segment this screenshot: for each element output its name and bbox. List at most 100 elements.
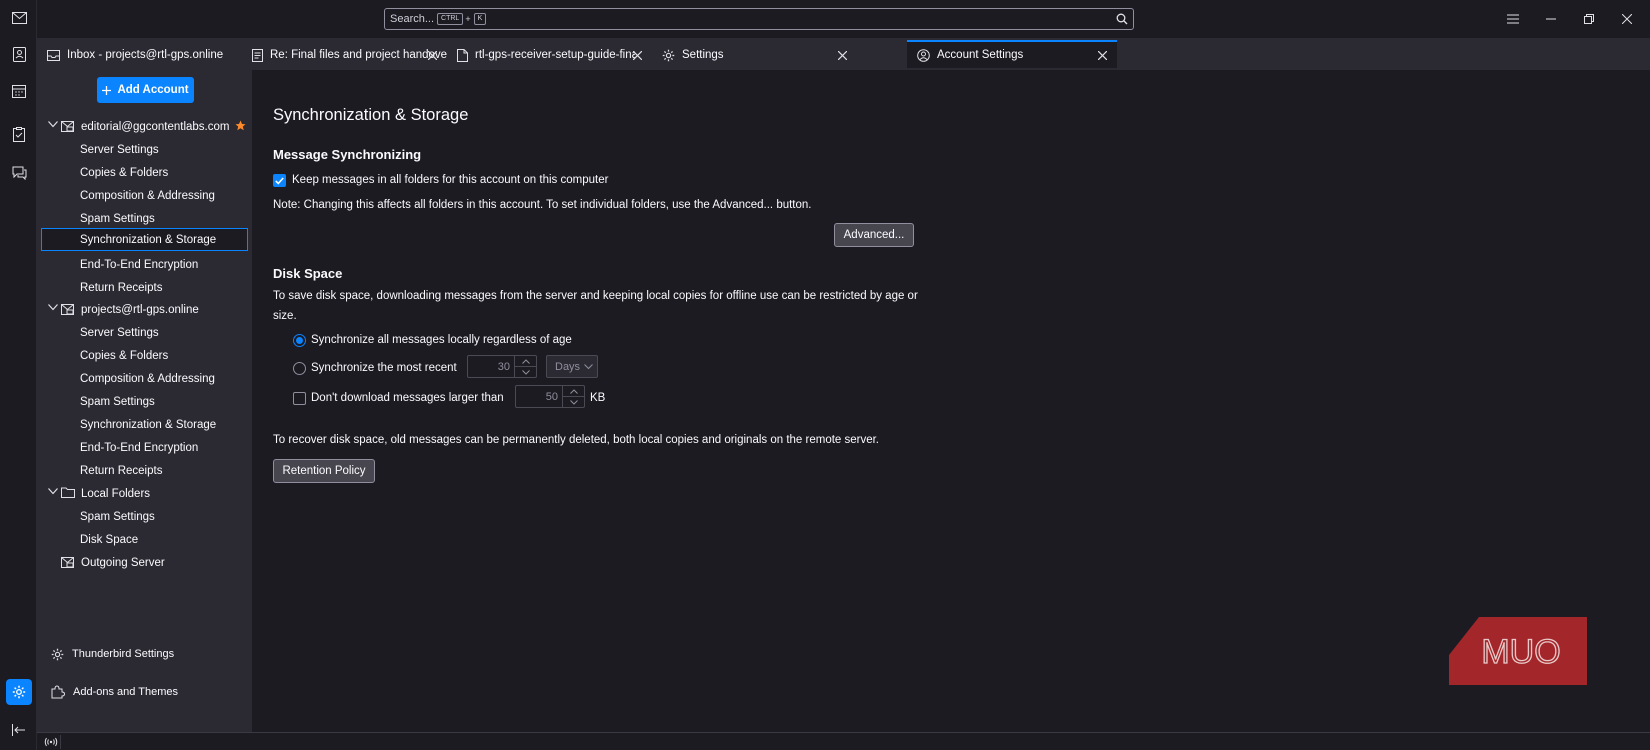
global-search-input[interactable]: Search... CTRL + K bbox=[384, 8, 1134, 30]
tab-document[interactable]: rtl-gps-receiver-setup-guide-final.p bbox=[447, 42, 652, 68]
gear-icon bbox=[51, 648, 64, 661]
online-status-icon[interactable] bbox=[41, 735, 61, 749]
disk-description-line1: To save disk space, downloading messages… bbox=[273, 290, 918, 302]
keep-messages-label[interactable]: Keep messages in all folders for this ac… bbox=[292, 174, 608, 186]
tab-settings[interactable]: Settings bbox=[652, 42, 857, 68]
sync-all-radio[interactable] bbox=[293, 334, 306, 347]
add-account-button[interactable]: Add Account bbox=[97, 77, 194, 103]
mail-icon[interactable] bbox=[6, 5, 32, 31]
tree-item-label: Copies & Folders bbox=[80, 349, 169, 362]
tree-item-return-receipts[interactable]: Return Receipts bbox=[41, 276, 248, 299]
shortcut-key-ctrl: CTRL bbox=[437, 13, 464, 25]
account-settings-icon bbox=[917, 48, 930, 62]
close-window-icon[interactable] bbox=[1617, 9, 1637, 29]
close-tab-icon[interactable] bbox=[630, 48, 644, 62]
advanced-button[interactable]: Advanced... bbox=[834, 223, 914, 247]
dont-download-stepper[interactable]: 50 bbox=[515, 385, 585, 408]
dont-download-value: 50 bbox=[545, 390, 558, 403]
tree-item-disk-space[interactable]: Disk Space bbox=[41, 528, 248, 551]
chevron-down-icon[interactable] bbox=[48, 488, 58, 495]
tree-item-copies-folders[interactable]: Copies & Folders bbox=[41, 344, 248, 367]
address-book-icon[interactable] bbox=[6, 41, 32, 67]
close-tab-icon[interactable] bbox=[425, 48, 439, 62]
collapse-spaces-icon[interactable] bbox=[6, 717, 32, 743]
account-name: Local Folders bbox=[81, 487, 151, 500]
tree-item-return-receipts[interactable]: Return Receipts bbox=[41, 459, 248, 482]
page-title: Synchronization & Storage bbox=[273, 106, 469, 124]
tab-bar: Inbox - projects@rtl-gps.online Re: Fina… bbox=[37, 38, 1650, 70]
tasks-icon[interactable] bbox=[6, 121, 32, 147]
sync-all-label[interactable]: Synchronize all messages locally regardl… bbox=[311, 334, 572, 346]
tab-label: Re: Final files and project handover bbox=[270, 49, 447, 61]
search-icon[interactable] bbox=[1116, 13, 1128, 25]
minimize-icon[interactable] bbox=[1541, 9, 1561, 29]
tree-item-server-settings[interactable]: Server Settings bbox=[41, 138, 248, 161]
retention-policy-button[interactable]: Retention Policy bbox=[273, 459, 375, 483]
account-projects[interactable]: projects@rtl-gps.online bbox=[41, 298, 248, 321]
puzzle-icon bbox=[51, 685, 65, 699]
keep-messages-checkbox[interactable] bbox=[273, 174, 286, 187]
dont-download-checkbox[interactable] bbox=[293, 392, 306, 405]
dont-download-label[interactable]: Don't download messages larger than bbox=[311, 392, 504, 404]
tree-item-sync-storage[interactable]: Synchronization & Storage bbox=[41, 413, 248, 436]
folder-icon bbox=[61, 487, 75, 498]
stepper-down-icon[interactable] bbox=[515, 367, 536, 377]
sync-recent-radio[interactable] bbox=[293, 362, 306, 375]
tree-item-sync-storage-selected[interactable]: Synchronization & Storage bbox=[41, 228, 248, 251]
sync-recent-stepper[interactable]: 30 bbox=[467, 355, 537, 378]
stepper-up-icon[interactable] bbox=[515, 356, 536, 367]
close-tab-icon[interactable] bbox=[835, 48, 849, 62]
disk-description-line2: size. bbox=[273, 310, 297, 322]
document-icon bbox=[457, 48, 468, 62]
tree-item-composition[interactable]: Composition & Addressing bbox=[41, 184, 248, 207]
account-local-folders[interactable]: Local Folders bbox=[41, 482, 248, 505]
tree-item-spam-settings[interactable]: Spam Settings bbox=[41, 390, 248, 413]
tree-item-server-settings[interactable]: Server Settings bbox=[41, 321, 248, 344]
outgoing-server[interactable]: Outgoing Server bbox=[41, 551, 248, 574]
logo-text: MUO bbox=[1481, 633, 1560, 671]
settings-gear-icon[interactable] bbox=[6, 679, 32, 705]
app-menu-icon[interactable] bbox=[1503, 9, 1523, 29]
add-account-label: Add Account bbox=[117, 84, 189, 96]
tree-item-label: Return Receipts bbox=[80, 464, 163, 477]
chevron-down-icon[interactable] bbox=[48, 121, 58, 128]
sync-recent-unit-select[interactable]: Days bbox=[546, 355, 598, 378]
tree-item-label: Copies & Folders bbox=[80, 166, 169, 179]
tree-item-e2e-encryption[interactable]: End-To-End Encryption bbox=[41, 253, 248, 276]
tree-item-label: Return Receipts bbox=[80, 281, 163, 294]
tab-message[interactable]: Re: Final files and project handover bbox=[242, 42, 447, 68]
tree-item-spam-settings[interactable]: Spam Settings bbox=[41, 207, 248, 230]
restore-icon[interactable] bbox=[1579, 9, 1599, 29]
tree-item-label: Spam Settings bbox=[80, 395, 155, 408]
tab-inbox[interactable]: Inbox - projects@rtl-gps.online bbox=[37, 42, 242, 68]
tree-item-label: End-To-End Encryption bbox=[80, 441, 199, 454]
tree-item-label: Composition & Addressing bbox=[80, 372, 215, 385]
thunderbird-settings-link[interactable]: Thunderbird Settings bbox=[51, 643, 174, 665]
shortcut-plus: + bbox=[465, 14, 471, 24]
account-name: editorial@ggcontentlabs.com bbox=[81, 120, 230, 133]
tab-account-settings[interactable]: Account Settings bbox=[907, 40, 1117, 68]
tree-item-e2e-encryption[interactable]: End-To-End Encryption bbox=[41, 436, 248, 459]
tree-item-label: Server Settings bbox=[80, 143, 159, 156]
stepper-down-icon[interactable] bbox=[563, 397, 584, 407]
muo-logo: MUO bbox=[1449, 617, 1587, 685]
section-heading-disk: Disk Space bbox=[273, 266, 343, 281]
tree-item-copies-folders[interactable]: Copies & Folders bbox=[41, 161, 248, 184]
tree-item-spam-settings[interactable]: Spam Settings bbox=[41, 505, 248, 528]
addons-themes-link[interactable]: Add-ons and Themes bbox=[51, 681, 178, 703]
gear-icon bbox=[662, 49, 675, 62]
account-editorial[interactable]: editorial@ggcontentlabs.com bbox=[41, 115, 248, 138]
chat-icon[interactable] bbox=[6, 160, 32, 186]
tab-label: Account Settings bbox=[937, 49, 1024, 61]
mail-account-icon bbox=[61, 120, 74, 132]
tab-label: Settings bbox=[682, 49, 724, 61]
calendar-icon[interactable] bbox=[6, 78, 32, 104]
tree-item-composition[interactable]: Composition & Addressing bbox=[41, 367, 248, 390]
close-tab-icon[interactable] bbox=[1095, 48, 1109, 62]
stepper-up-icon[interactable] bbox=[563, 386, 584, 397]
title-bar: Search... CTRL + K bbox=[37, 0, 1650, 38]
chevron-down-icon[interactable] bbox=[48, 304, 58, 311]
tree-item-label: Spam Settings bbox=[80, 510, 155, 523]
outgoing-server-icon bbox=[61, 556, 74, 568]
sync-recent-label[interactable]: Synchronize the most recent bbox=[311, 362, 457, 374]
